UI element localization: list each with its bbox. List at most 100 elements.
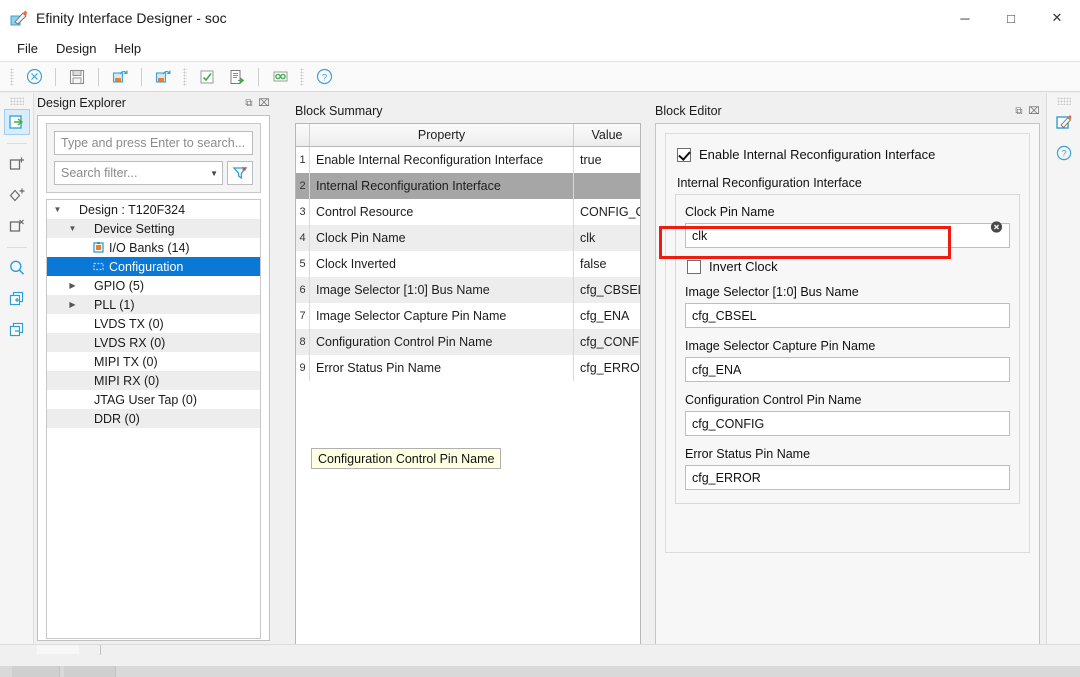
- table-row[interactable]: 7 Image Selector Capture Pin Name cfg_ENA: [296, 303, 640, 329]
- remove-square-icon[interactable]: [4, 213, 30, 239]
- tree-item-lvds-rx-0[interactable]: LVDS RX (0): [47, 333, 260, 352]
- toolbar-separator: [55, 67, 56, 86]
- status-left-chip: [37, 645, 79, 654]
- search-icon[interactable]: [4, 255, 30, 281]
- column-header-value[interactable]: Value: [574, 124, 640, 146]
- maximize-button[interactable]: □: [988, 0, 1034, 36]
- table-row[interactable]: 9 Error Status Pin Name cfg_ERRO: [296, 355, 640, 381]
- chevron-right-icon[interactable]: ▶: [68, 300, 77, 309]
- image-selector-1-0-bus-name-input[interactable]: [685, 303, 1010, 328]
- toolbar-grip[interactable]: [10, 67, 14, 86]
- table-row[interactable]: 2 Internal Reconfiguration Interface: [296, 173, 640, 199]
- tree-item-jtag-user-tap-0[interactable]: JTAG User Tap (0): [47, 390, 260, 409]
- image-selector-capture-pin-name-input[interactable]: [685, 357, 1010, 382]
- tree-item-pll-1[interactable]: ▶ PLL (1): [47, 295, 260, 314]
- menu-design[interactable]: Design: [47, 38, 105, 59]
- main-toolbar: ?: [0, 62, 1080, 92]
- close-icon[interactable]: ⌧: [258, 97, 270, 109]
- configuration-control-pin-name-input[interactable]: [685, 411, 1010, 436]
- link-icon[interactable]: [266, 65, 294, 89]
- error-status-pin-name-field: Error Status Pin Name: [685, 447, 1010, 490]
- expand-all-icon[interactable]: [4, 286, 30, 312]
- tree-item-i-o-banks-14[interactable]: I/O Banks (14): [47, 238, 260, 257]
- tree-item-label: DDR (0): [94, 411, 140, 426]
- add-block-icon[interactable]: [3, 109, 30, 135]
- help-icon[interactable]: ?: [1051, 140, 1077, 166]
- cell-value: cfg_ENA: [580, 309, 630, 323]
- enable-internal-reconfig-checkbox[interactable]: [677, 147, 691, 162]
- rail-separator: [6, 247, 27, 248]
- tree-item-mipi-tx-0[interactable]: MIPI TX (0): [47, 352, 260, 371]
- table-row[interactable]: 8 Configuration Control Pin Name cfg_CONF: [296, 329, 640, 355]
- row-number: 6: [296, 277, 310, 303]
- rail-grip[interactable]: [1056, 97, 1071, 105]
- save-icon[interactable]: [63, 65, 91, 89]
- float-icon[interactable]: ⧉: [1013, 105, 1025, 117]
- window-controls: ─ □ ✕: [942, 0, 1080, 36]
- close-design-icon[interactable]: [20, 65, 48, 89]
- toolbar-grip[interactable]: [183, 67, 187, 86]
- menu-help[interactable]: Help: [105, 38, 150, 59]
- tree-item-label: MIPI TX (0): [94, 354, 158, 369]
- invert-clock-row[interactable]: Invert Clock: [687, 259, 1010, 274]
- error-status-pin-name-input[interactable]: [685, 465, 1010, 490]
- add-square-icon[interactable]: [4, 151, 30, 177]
- table-row[interactable]: 3 Control Resource CONFIG_C: [296, 199, 640, 225]
- chevron-right-icon[interactable]: ▶: [68, 281, 77, 290]
- tree-icon-spacer: [77, 374, 90, 387]
- clear-icon[interactable]: [990, 220, 1003, 233]
- menu-file[interactable]: File: [8, 38, 47, 59]
- export-icon[interactable]: [149, 65, 177, 89]
- taskbar-chip[interactable]: [12, 666, 60, 677]
- enable-internal-reconfig-row[interactable]: Enable Internal Reconfiguration Interfac…: [677, 147, 1029, 162]
- toolbar-separator: [141, 67, 142, 86]
- tree-item-ddr-0[interactable]: DDR (0): [47, 409, 260, 428]
- tree-icon-spacer: [77, 355, 90, 368]
- chevron-down-icon[interactable]: ▼: [68, 224, 77, 233]
- tree-item-mipi-rx-0[interactable]: MIPI RX (0): [47, 371, 260, 390]
- row-number: 9: [296, 355, 310, 381]
- search-filter-combo[interactable]: Search filter... ▼: [54, 161, 223, 185]
- table-row[interactable]: 5 Clock Inverted false: [296, 251, 640, 277]
- minimize-button[interactable]: ─: [942, 0, 988, 36]
- image-selector-capture-pin-name-field: Image Selector Capture Pin Name: [685, 339, 1010, 382]
- tree-item-lvds-tx-0[interactable]: LVDS TX (0): [47, 314, 260, 333]
- toolbar-grip[interactable]: [300, 67, 304, 86]
- search-input[interactable]: [54, 131, 253, 155]
- image-selector-1-0-bus-name-label: Image Selector [1:0] Bus Name: [685, 285, 859, 299]
- chevron-down-icon[interactable]: ▼: [53, 205, 62, 214]
- close-button[interactable]: ✕: [1034, 0, 1080, 36]
- add-diamond-icon[interactable]: [4, 182, 30, 208]
- row-number: 5: [296, 251, 310, 277]
- generate-report-icon[interactable]: [223, 65, 251, 89]
- help-icon[interactable]: ?: [310, 65, 338, 89]
- design-explorer-title: Design Explorer: [37, 96, 126, 110]
- enable-internal-reconfig-label: Enable Internal Reconfiguration Interfac…: [699, 147, 936, 162]
- table-row[interactable]: 6 Image Selector [1:0] Bus Name cfg_CBSEL: [296, 277, 640, 303]
- invert-clock-checkbox[interactable]: [687, 259, 701, 274]
- funnel-filter-icon[interactable]: [227, 161, 253, 185]
- cell-property: Image Selector [1:0] Bus Name: [310, 277, 574, 303]
- tree-item-design-t120f324[interactable]: ▼ Design : T120F324: [47, 200, 260, 219]
- invert-clock-label: Invert Clock: [709, 259, 778, 274]
- window-title: Efinity Interface Designer - soc: [36, 10, 227, 26]
- tree-item-device-setting[interactable]: ▼ Device Setting: [47, 219, 260, 238]
- error-status-pin-name-label: Error Status Pin Name: [685, 447, 811, 461]
- collapse-all-icon[interactable]: [4, 317, 30, 343]
- table-row[interactable]: 4 Clock Pin Name clk: [296, 225, 640, 251]
- close-icon[interactable]: ⌧: [1028, 105, 1040, 117]
- block-editor-icon[interactable]: [1051, 109, 1077, 135]
- rail-grip[interactable]: [9, 97, 24, 105]
- cell-property: Internal Reconfiguration Interface: [310, 173, 574, 199]
- tree-item-gpio-5[interactable]: ▶ GPIO (5): [47, 276, 260, 295]
- tree-item-configuration[interactable]: Configuration: [47, 257, 260, 276]
- cell-property: Configuration Control Pin Name: [310, 329, 574, 355]
- tree-item-label: Design : T120F324: [79, 202, 186, 217]
- taskbar-chip[interactable]: [64, 666, 116, 677]
- column-header-property[interactable]: Property: [310, 124, 574, 146]
- float-icon[interactable]: ⧉: [243, 97, 255, 109]
- status-divider: [100, 645, 101, 655]
- table-row[interactable]: 1 Enable Internal Reconfiguration Interfa…: [296, 147, 640, 173]
- check-design-icon[interactable]: [193, 65, 221, 89]
- import-icon[interactable]: [106, 65, 134, 89]
